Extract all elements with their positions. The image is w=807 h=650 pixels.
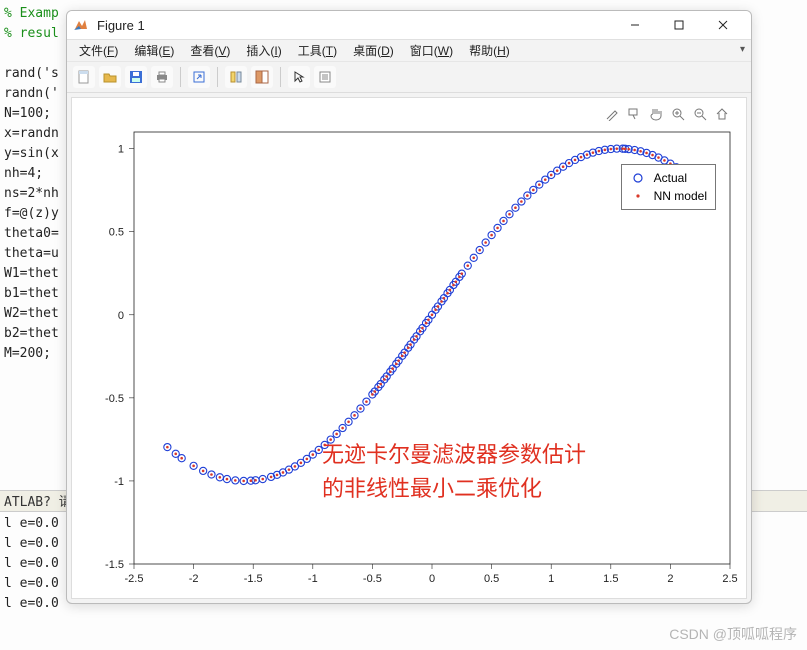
save-button[interactable] (125, 66, 147, 88)
svg-text:0.5: 0.5 (109, 227, 124, 239)
svg-text:-2.5: -2.5 (125, 573, 144, 585)
menu-i[interactable]: 插入(I) (238, 41, 289, 61)
menu-e[interactable]: 编辑(E) (126, 41, 182, 61)
svg-text:-0.5: -0.5 (105, 393, 124, 405)
legend-item-actual: Actual (628, 169, 707, 187)
svg-text:1.5: 1.5 (603, 573, 618, 585)
svg-text:-1.5: -1.5 (244, 573, 263, 585)
menu-d[interactable]: 桌面(D) (345, 41, 402, 61)
console-line: l e=0.0 (4, 574, 59, 594)
annotation-text: 无迹卡尔曼滤波器参数估计 的非线性最小二乘优化 (322, 438, 586, 506)
svg-text:2.5: 2.5 (722, 573, 737, 585)
home-icon[interactable] (714, 106, 730, 122)
menu-t[interactable]: 工具(T) (290, 41, 345, 61)
print-button[interactable] (151, 66, 173, 88)
legend-label: NN model (654, 189, 707, 203)
console-line: l e=0.0 (4, 554, 59, 574)
menu-v[interactable]: 查看(V) (182, 41, 238, 61)
toolbar (67, 61, 751, 93)
brush-icon[interactable] (604, 106, 620, 122)
new-file-button[interactable] (73, 66, 95, 88)
insert-button[interactable] (314, 66, 336, 88)
svg-text:0: 0 (118, 310, 124, 322)
svg-text:2: 2 (667, 573, 673, 585)
datatip-icon[interactable] (626, 106, 642, 122)
svg-text:1: 1 (548, 573, 554, 585)
close-button[interactable] (701, 11, 745, 39)
figure-window: Figure 1 文件(F)编辑(E)查看(V)插入(I)工具(T)桌面(D)窗… (66, 10, 752, 604)
pan-icon[interactable] (648, 106, 664, 122)
maximize-button[interactable] (657, 11, 701, 39)
titlebar[interactable]: Figure 1 (67, 11, 751, 40)
svg-text:-1: -1 (114, 476, 124, 488)
svg-text:-0.5: -0.5 (363, 573, 382, 585)
link-button[interactable] (188, 66, 210, 88)
svg-text:0.5: 0.5 (484, 573, 499, 585)
console-line: l e=0.0 (4, 534, 59, 554)
watermark: CSDN @顶呱呱程序 (669, 624, 797, 644)
console-line: l e=0.0 (4, 514, 59, 534)
zoom-out-icon[interactable] (692, 106, 708, 122)
figure-tools (604, 106, 730, 122)
svg-text:0: 0 (429, 573, 435, 585)
window-title: Figure 1 (97, 18, 145, 33)
rotate-button[interactable] (225, 66, 247, 88)
menu-overflow-icon[interactable]: ▾ (740, 44, 745, 55)
svg-text:-2: -2 (189, 573, 199, 585)
plot-area: -2.5 -2 -1.5 -1 -0.5 0 0.5 1 1.5 2 2.5 -1.5 -1 -0.5 0 0… (71, 97, 747, 599)
series-nn (166, 147, 686, 482)
console-line: l e=0.0 (4, 594, 59, 614)
legend-label: Actual (654, 171, 687, 185)
menu-h[interactable]: 帮助(H) (461, 41, 518, 61)
svg-text:1: 1 (118, 144, 124, 156)
pointer-button[interactable] (288, 66, 310, 88)
legend[interactable]: Actual NN model (621, 164, 716, 210)
series-actual (164, 145, 689, 484)
svg-text:-1.5: -1.5 (105, 559, 124, 571)
legend-item-nn: NN model (628, 187, 707, 205)
svg-text:-1: -1 (308, 573, 318, 585)
menu-f[interactable]: 文件(F) (71, 41, 126, 61)
matlab-icon (73, 17, 89, 33)
menubar: 文件(F)编辑(E)查看(V)插入(I)工具(T)桌面(D)窗口(W)帮助(H)… (67, 40, 751, 61)
minimize-button[interactable] (613, 11, 657, 39)
datacursor-button[interactable] (251, 66, 273, 88)
open-file-button[interactable] (99, 66, 121, 88)
zoom-in-icon[interactable] (670, 106, 686, 122)
menu-w[interactable]: 窗口(W) (402, 41, 461, 61)
